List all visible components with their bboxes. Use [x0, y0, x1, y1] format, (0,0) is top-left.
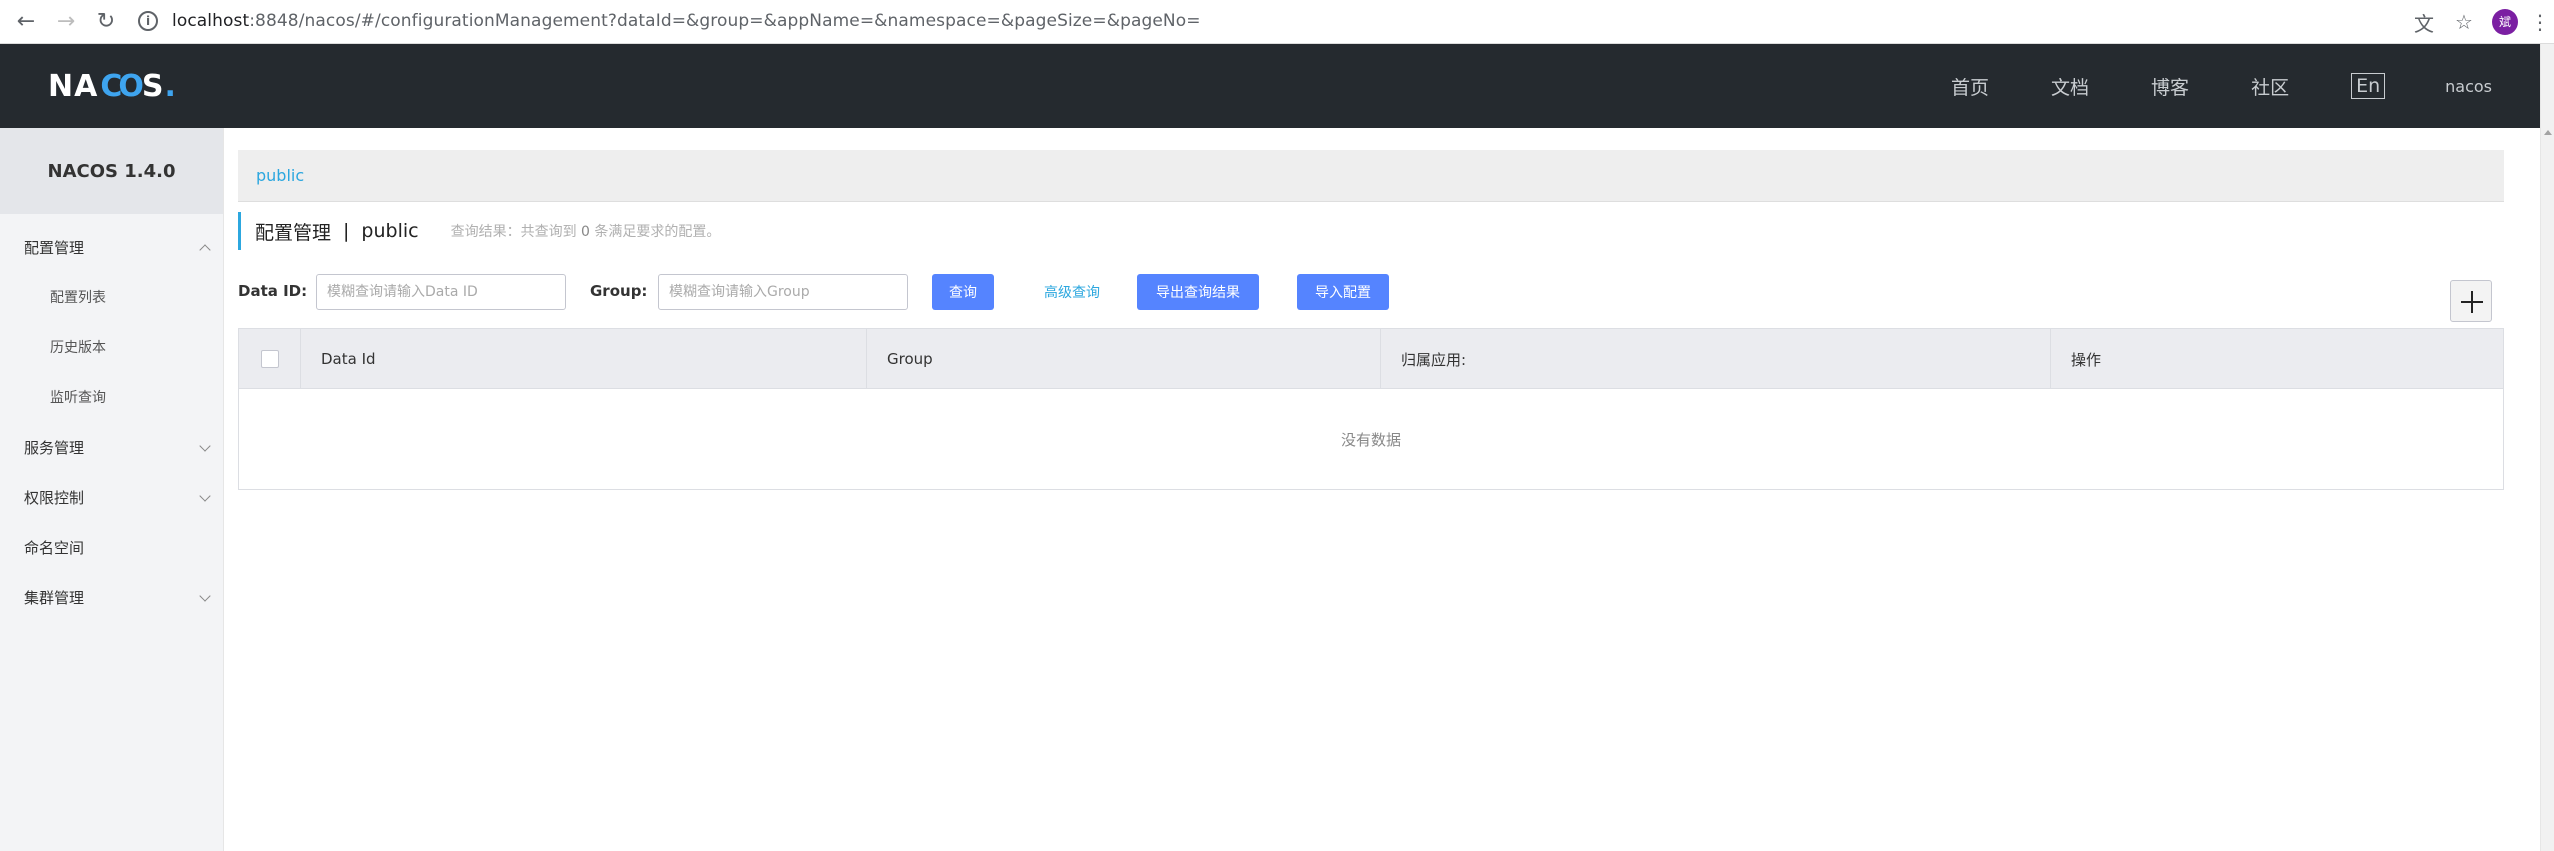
add-config-button[interactable] [2450, 280, 2492, 322]
dataid-label: Data ID: [238, 282, 308, 300]
export-results-button[interactable]: 导出查询结果 [1137, 274, 1259, 310]
chevron-down-icon [199, 590, 211, 602]
sidebar-item-label: 服务管理 [24, 438, 85, 457]
result-suffix: 条满足要求的配置。 [594, 224, 721, 240]
table-header: Data Id Group 归属应用: 操作 [239, 329, 2503, 389]
sidebar-item-label: 监听查询 [50, 390, 106, 406]
sidebar-item-listener-query[interactable]: 监听查询 [0, 372, 223, 422]
page-scrollbar[interactable] [2540, 44, 2554, 851]
bookmark-star-icon[interactable]: ☆ [2444, 10, 2484, 34]
sidebar-item-access-control[interactable]: 权限控制 [0, 472, 223, 522]
logo-text-left: NA [48, 68, 99, 104]
url-host: localhost [172, 11, 250, 31]
logo-dot: . [164, 68, 177, 104]
page-title: 配置管理 | public 查询结果：共查询到 0 条满足要求的配置。 [238, 212, 720, 250]
site-info-icon[interactable]: i [138, 11, 158, 31]
sidebar-item-history[interactable]: 历史版本 [0, 322, 223, 372]
top-header: NA CO S. 首页 文档 博客 社区 En nacos [0, 44, 2540, 128]
sidebar-item-namespace[interactable]: 命名空间 [0, 522, 223, 572]
select-all-checkbox[interactable] [239, 329, 301, 389]
sidebar-item-label: 权限控制 [24, 488, 85, 507]
sidebar-item-label: 配置列表 [50, 290, 106, 306]
user-name[interactable]: nacos [2445, 77, 2492, 96]
checkbox-box[interactable] [260, 350, 279, 368]
page-title-namespace: public [361, 220, 419, 242]
address-bar[interactable]: i localhost:8848/nacos/#/configurationMa… [138, 4, 2388, 38]
advanced-query-link[interactable]: 高级查询 [1044, 282, 1100, 302]
chevron-down-icon [199, 490, 211, 502]
translate-icon[interactable]: 文 [2404, 8, 2444, 37]
sidebar-item-label: 命名空间 [24, 538, 85, 557]
back-arrow-icon[interactable]: ← [6, 2, 46, 42]
sidebar: NACOS 1.4.0 配置管理 配置列表 历史版本 监听查询 服务管理 权限控… [0, 128, 224, 851]
nav-home[interactable]: 首页 [1951, 73, 1989, 100]
nav-blog[interactable]: 博客 [2151, 73, 2189, 100]
language-toggle[interactable]: En [2351, 73, 2386, 99]
chevron-up-icon [199, 244, 211, 256]
config-table: Data Id Group 归属应用: 操作 没有数据 [238, 328, 2504, 490]
reload-icon[interactable]: ↻ [86, 2, 126, 42]
namespace-bar: public [238, 150, 2504, 202]
sidebar-item-label: 集群管理 [24, 588, 85, 607]
browser-menu-icon[interactable]: ⋮ [2526, 10, 2554, 34]
chevron-down-icon [199, 440, 211, 452]
group-label: Group: [590, 282, 648, 300]
nacos-logo[interactable]: NA CO S. [48, 66, 177, 106]
result-prefix: 查询结果：共查询到 [450, 224, 577, 240]
profile-avatar[interactable]: 斌 [2492, 9, 2518, 35]
sidebar-item-service-management[interactable]: 服务管理 [0, 422, 223, 472]
table-empty-state: 没有数据 [1340, 430, 1401, 449]
version-label: NACOS 1.4.0 [0, 128, 223, 214]
page-title-separator: | [343, 220, 350, 242]
nav-community[interactable]: 社区 [2251, 73, 2289, 100]
namespace-tab-public[interactable]: public [256, 166, 304, 185]
result-count: 0 [581, 224, 590, 240]
column-header-dataid: Data Id [301, 329, 867, 389]
sidebar-item-label: 历史版本 [50, 340, 106, 356]
forward-arrow-icon[interactable]: → [46, 2, 86, 42]
sidebar-item-label: 配置管理 [24, 238, 85, 257]
filter-bar: Data ID: Group: 查询 高级查询 导出查询结果 导入配置 [238, 274, 2504, 310]
nav-docs[interactable]: 文档 [2051, 73, 2089, 100]
page-title-text: 配置管理 [255, 221, 332, 244]
sidebar-item-config-management[interactable]: 配置管理 [0, 222, 223, 272]
sidebar-item-config-list[interactable]: 配置列表 [0, 272, 223, 322]
dataid-input[interactable] [316, 274, 566, 310]
column-header-actions: 操作 [2071, 350, 2102, 369]
column-header-app: 归属应用: [1381, 329, 2051, 389]
query-button[interactable]: 查询 [932, 274, 994, 310]
browser-toolbar: ← → ↻ i localhost:8848/nacos/#/configura… [0, 0, 2554, 44]
group-input[interactable] [658, 274, 908, 310]
top-nav: 首页 文档 博客 社区 En nacos [1951, 44, 2540, 128]
import-config-button[interactable]: 导入配置 [1297, 274, 1389, 310]
url-path: :8848/nacos/#/configurationManagement?da… [249, 11, 1201, 31]
logo-text-mid: CO [100, 68, 143, 104]
column-header-group: Group [867, 329, 1381, 389]
url-text[interactable]: localhost:8848/nacos/#/configurationMana… [172, 11, 1201, 31]
logo-text-right: S [141, 68, 165, 104]
scroll-up-arrow-icon[interactable] [2544, 130, 2552, 135]
sidebar-item-cluster-management[interactable]: 集群管理 [0, 572, 223, 622]
query-result-summary: 查询结果：共查询到 0 条满足要求的配置。 [451, 221, 721, 241]
